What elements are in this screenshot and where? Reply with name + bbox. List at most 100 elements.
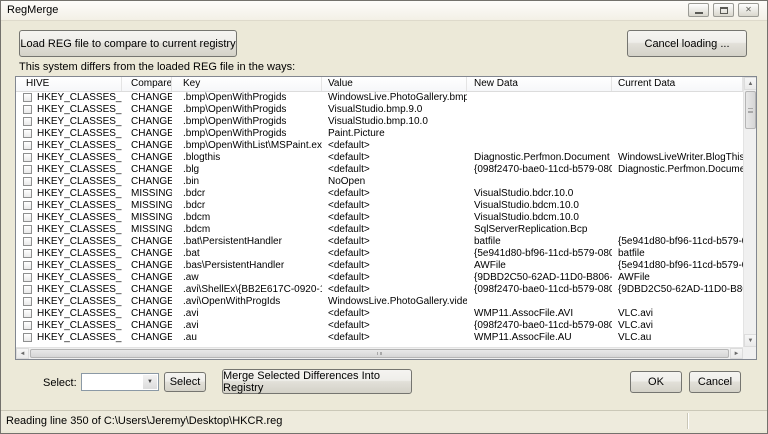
select-label: Select: (43, 377, 77, 389)
cell-new_data: batfile (467, 236, 612, 248)
horizontal-scroll-thumb[interactable] (30, 349, 729, 358)
table-row[interactable]: HKEY_CLASSES_ROOTCHANGED.bas\PersistentH… (16, 260, 743, 272)
column-header-value[interactable]: Value (322, 77, 467, 91)
status-text: Reading line 350 of C:\Users\Jeremy\Desk… (6, 415, 282, 427)
cell-compare: CHANGED (122, 332, 172, 344)
cell-value: <default> (322, 260, 467, 272)
table-row[interactable]: HKEY_CLASSES_ROOTCHANGED.avi<default>{09… (16, 320, 743, 332)
cell-hive: HKEY_CLASSES_ROOT (16, 92, 122, 104)
table-row[interactable]: HKEY_CLASSES_ROOTCHANGED.avi\OpenWithPro… (16, 296, 743, 308)
cell-new_data: WMP11.AssocFile.AVI (467, 308, 612, 320)
cell-key: .bas\PersistentHandler (172, 260, 322, 272)
cell-compare: MISSING (122, 188, 172, 200)
scroll-left-icon[interactable]: ◄ (16, 348, 29, 359)
scroll-right-icon[interactable]: ► (730, 348, 743, 359)
cell-hive: HKEY_CLASSES_ROOT (16, 260, 122, 272)
cell-key: .bmp\OpenWithList\MSPaint.exe (172, 140, 322, 152)
cell-value: <default> (322, 272, 467, 284)
cell-new_data: {098f2470-bae0-11cd-b579-08002b... (467, 284, 612, 296)
column-header-new_data[interactable]: New Data (467, 77, 612, 91)
cell-current_data (612, 92, 743, 104)
cell-hive: HKEY_CLASSES_ROOT (16, 176, 122, 188)
cell-current_data: {5e941d80-bf96-11cd-b579-0800 (612, 236, 743, 248)
status-bar: Reading line 350 of C:\Users\Jeremy\Desk… (1, 410, 767, 431)
column-header-key[interactable]: Key (172, 77, 322, 91)
scroll-grip-icon (377, 352, 382, 355)
cell-compare: CHANGED (122, 260, 172, 272)
caption-buttons: ✕ (688, 3, 759, 17)
cell-compare: CHANGED (122, 284, 172, 296)
cell-hive: HKEY_CLASSES_ROOT (16, 308, 122, 320)
table-row[interactable]: HKEY_CLASSES_ROOTCHANGED.bmp\OpenWithLis… (16, 140, 743, 152)
cell-new_data (467, 140, 612, 152)
vertical-scrollbar[interactable]: ▲ ▼ (743, 77, 756, 347)
cell-current_data: {9DBD2C50-62AD-11D0-B806-00 (612, 284, 743, 296)
cell-current_data (612, 176, 743, 188)
table-row[interactable]: HKEY_CLASSES_ROOTCHANGED.bmp\OpenWithPro… (16, 104, 743, 116)
cell-key: .avi (172, 308, 322, 320)
status-bar-divider (687, 413, 689, 429)
close-icon: ✕ (745, 6, 752, 14)
cell-key: .bat\PersistentHandler (172, 236, 322, 248)
cell-current_data: Diagnostic.Perfmon.Document (612, 164, 743, 176)
cell-value: NoOpen (322, 176, 467, 188)
table-row[interactable]: HKEY_CLASSES_ROOTCHANGED.bmp\OpenWithPro… (16, 92, 743, 104)
cell-key: .bin (172, 176, 322, 188)
cell-hive: HKEY_CLASSES_ROOT (16, 332, 122, 344)
cell-current_data: VLC.avi (612, 320, 743, 332)
cell-hive: HKEY_CLASSES_ROOT (16, 224, 122, 236)
cell-compare: CHANGED (122, 128, 172, 140)
cell-value: <default> (322, 164, 467, 176)
cell-current_data: AWFile (612, 272, 743, 284)
table-row[interactable]: HKEY_CLASSES_ROOTMISSING.bdcm<default>Sq… (16, 224, 743, 236)
table-row[interactable]: HKEY_CLASSES_ROOTCHANGED.bmp\OpenWithPro… (16, 116, 743, 128)
table-row[interactable]: HKEY_CLASSES_ROOTMISSING.bdcm<default>Vi… (16, 212, 743, 224)
cancel-button[interactable]: Cancel (689, 371, 741, 393)
cell-current_data: VLC.avi (612, 308, 743, 320)
title-bar[interactable]: RegMerge ✕ (1, 1, 767, 21)
cell-value: VisualStudio.bmp.10.0 (322, 116, 467, 128)
cell-hive: HKEY_CLASSES_ROOT (16, 212, 122, 224)
chevron-down-icon[interactable]: ▼ (143, 375, 157, 389)
table-row[interactable]: HKEY_CLASSES_ROOTCHANGED.avi<default>WMP… (16, 308, 743, 320)
cell-current_data (612, 224, 743, 236)
table-row[interactable]: HKEY_CLASSES_ROOTCHANGED.blogthis<defaul… (16, 152, 743, 164)
column-header-compare[interactable]: Compare (122, 77, 172, 91)
horizontal-scrollbar[interactable]: ◄ ► (16, 347, 743, 359)
scroll-down-icon[interactable]: ▼ (744, 334, 757, 347)
table-row[interactable]: HKEY_CLASSES_ROOTCHANGED.bat\PersistentH… (16, 236, 743, 248)
vertical-scroll-thumb[interactable] (745, 91, 756, 129)
table-row[interactable]: HKEY_CLASSES_ROOTCHANGED.binNoOpen (16, 176, 743, 188)
cancel-loading-button[interactable]: Cancel loading ... (627, 30, 747, 57)
table-row[interactable]: HKEY_CLASSES_ROOTCHANGED.bat<default>{5e… (16, 248, 743, 260)
table-row[interactable]: HKEY_CLASSES_ROOTCHANGED.bmp\OpenWithPro… (16, 128, 743, 140)
cell-value: WindowsLive.PhotoGallery.bmp.15.4 (322, 92, 467, 104)
maximize-button[interactable] (713, 3, 734, 17)
cell-value: <default> (322, 140, 467, 152)
cell-current_data: {5e941d80-bf96-11cd-b579-0800 (612, 260, 743, 272)
select-combobox[interactable]: ▼ (81, 373, 159, 391)
cell-value: <default> (322, 152, 467, 164)
table-row[interactable]: HKEY_CLASSES_ROOTMISSING.bdcr<default>Vi… (16, 188, 743, 200)
load-reg-file-button[interactable]: Load REG file to compare to current regi… (19, 30, 237, 57)
cell-new_data (467, 104, 612, 116)
column-header-hive[interactable]: HIVE (16, 77, 122, 91)
cell-new_data: VisualStudio.bdcm.10.0 (467, 200, 612, 212)
column-header-current_data[interactable]: Current Data (612, 77, 743, 91)
table-row[interactable]: HKEY_CLASSES_ROOTCHANGED.blg<default>{09… (16, 164, 743, 176)
cell-new_data: {9DBD2C50-62AD-11D0-B806-00C0... (467, 272, 612, 284)
select-button[interactable]: Select (164, 372, 206, 392)
scroll-up-icon[interactable]: ▲ (744, 77, 757, 90)
ok-button[interactable]: OK (630, 371, 682, 393)
differences-list: HIVECompareKeyValueNew DataCurrent Data … (15, 76, 757, 360)
minimize-button[interactable] (688, 3, 709, 17)
table-row[interactable]: HKEY_CLASSES_ROOTCHANGED.avi\ShellEx\{BB… (16, 284, 743, 296)
merge-selected-button[interactable]: Merge Selected Differences Into Registry (222, 369, 412, 394)
cell-key: .aw (172, 272, 322, 284)
table-row[interactable]: HKEY_CLASSES_ROOTCHANGED.aw<default>{9DB… (16, 272, 743, 284)
cell-value: <default> (322, 236, 467, 248)
table-row[interactable]: HKEY_CLASSES_ROOTMISSING.bdcr<default>Vi… (16, 200, 743, 212)
cell-new_data: VisualStudio.bdcm.10.0 (467, 212, 612, 224)
table-row[interactable]: HKEY_CLASSES_ROOTCHANGED.au<default>WMP1… (16, 332, 743, 344)
close-button[interactable]: ✕ (738, 3, 759, 17)
